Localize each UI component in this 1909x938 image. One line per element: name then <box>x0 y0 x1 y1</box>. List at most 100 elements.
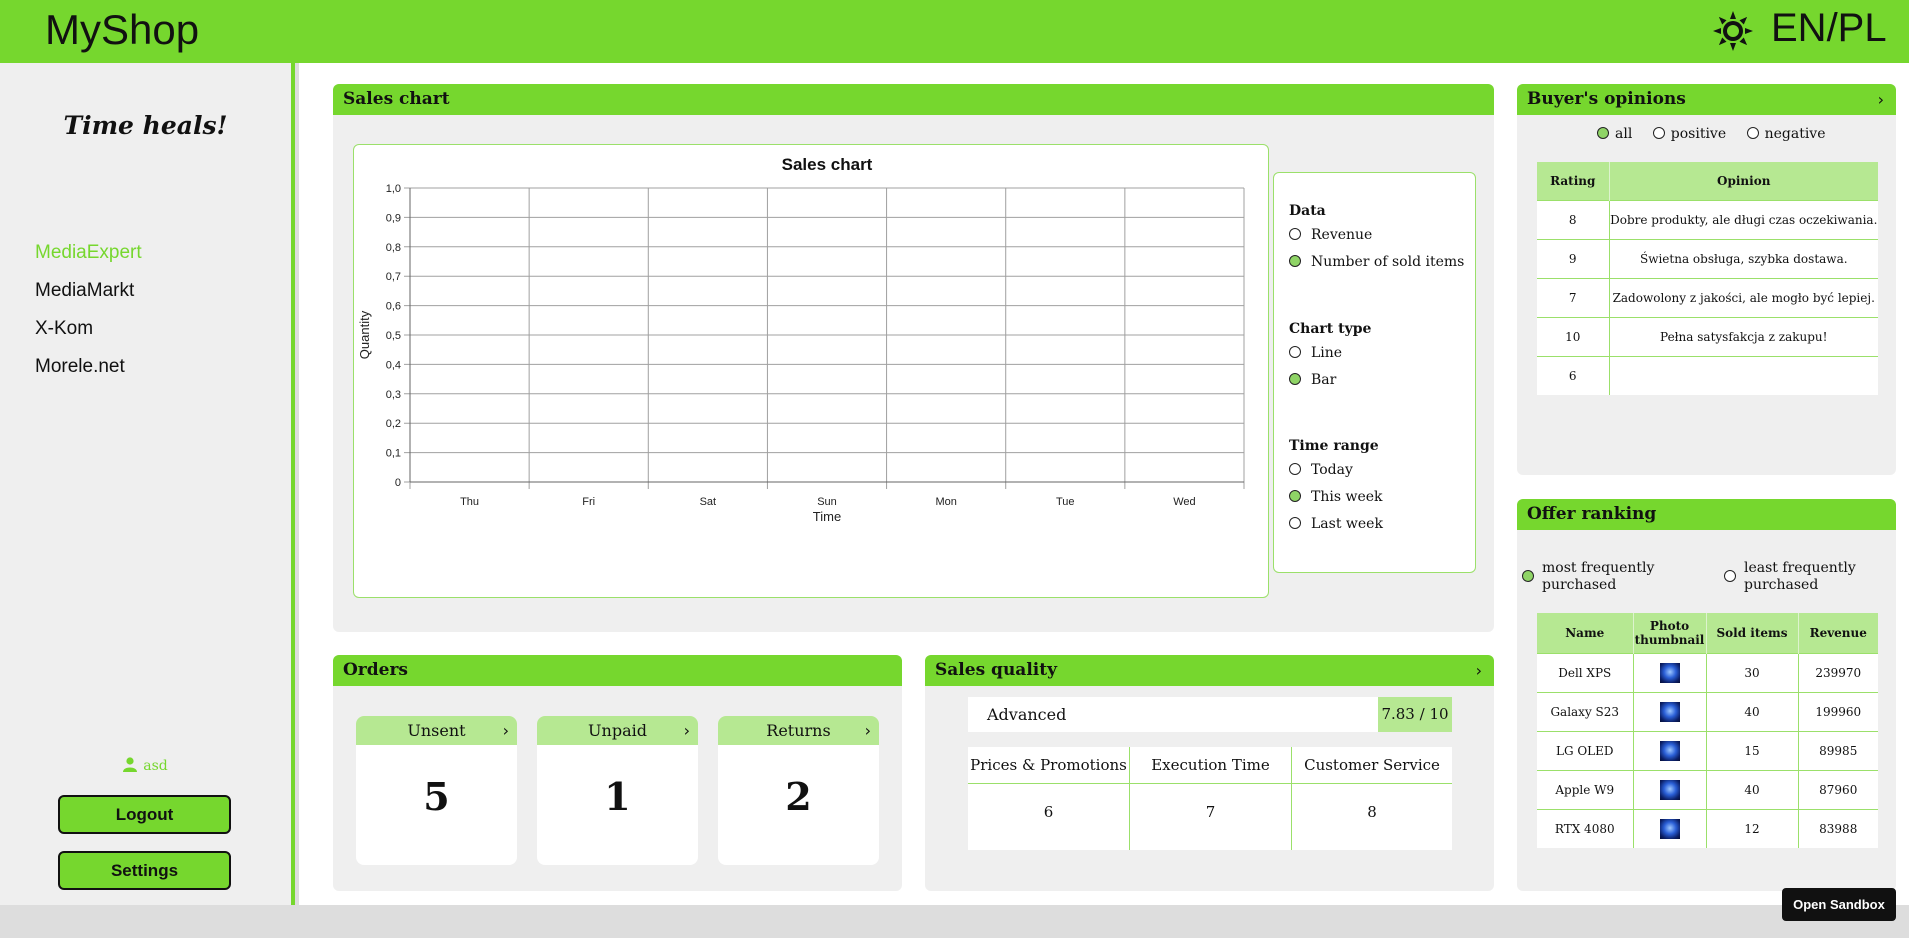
table-row: 9 Świetna obsługa, szybka dostawa. <box>1537 238 1878 278</box>
filter-positive[interactable]: positive <box>1652 126 1727 142</box>
rating-cell: 10 <box>1537 316 1610 356</box>
order-card-header[interactable]: Returns › <box>718 716 879 745</box>
radio-last-week[interactable]: Last week <box>1289 514 1383 541</box>
product-thumbnail <box>1659 740 1680 761</box>
open-sandbox-button[interactable]: Open Sandbox <box>1782 888 1896 921</box>
ranking-table: Name Photo thumbnail Sold items Revenue … <box>1537 613 1878 848</box>
shop-nav: MediaExpert MediaMarkt X-Kom Morele.net <box>35 241 142 393</box>
thumbnail-cell <box>1633 691 1707 731</box>
footer-bar <box>0 905 1909 938</box>
radio-sold-items[interactable]: Number of sold items <box>1289 252 1464 279</box>
ranking-filter-most[interactable]: most frequently purchased <box>1522 560 1682 594</box>
radio-circle[interactable] <box>1522 570 1534 582</box>
chart-type-group: Chart type Line Bar <box>1289 321 1371 397</box>
order-card-header[interactable]: Unpaid › <box>537 716 698 745</box>
sales-bar-chart: Sales chart 0 0,1 0,2 0,3 0,4 0,5 0,6 0,7 0,8 0,9 1… <box>357 155 1245 524</box>
chevron-right-icon[interactable]: › <box>503 716 509 745</box>
sidebar-item-mediaexpert[interactable]: MediaExpert <box>35 241 142 279</box>
revenue-cell: 239970 <box>1798 652 1878 692</box>
radio-circle[interactable] <box>1289 490 1301 502</box>
sidebar-item-x-kom[interactable]: X-Kom <box>35 317 142 355</box>
chart-title: Sales chart <box>782 155 873 174</box>
quality-category-label: Customer Service <box>1292 747 1452 784</box>
panel-title: Orders <box>343 660 408 680</box>
sold-cell: 30 <box>1706 652 1799 692</box>
quality-category-label: Prices & Promotions <box>968 747 1129 784</box>
opinions-header[interactable]: Buyer's opinions › <box>1517 84 1896 115</box>
thumbnail-cell <box>1633 808 1707 848</box>
radio-bar[interactable]: Bar <box>1289 370 1371 397</box>
table-row: Dell XPS 30 239970 <box>1537 652 1878 692</box>
column-header: Photo thumbnail <box>1633 613 1707 653</box>
radio-label: all <box>1615 126 1633 142</box>
brand-logo[interactable]: MyShop <box>45 6 199 54</box>
chart-container: Sales chart 0 0,1 0,2 0,3 0,4 0,5 0,6 0,7 0,8 0,9 1… <box>353 144 1269 598</box>
radio-label: most frequently purchased <box>1542 560 1655 593</box>
chevron-right-icon[interactable]: › <box>1878 84 1884 115</box>
chevron-right-icon[interactable]: › <box>684 716 690 745</box>
quality-level-row: Advanced 7.83 / 10 <box>968 697 1452 732</box>
sidebar-item-morele[interactable]: Morele.net <box>35 355 142 393</box>
radio-this-week[interactable]: This week <box>1289 487 1383 514</box>
chevron-right-icon[interactable]: › <box>865 716 871 745</box>
product-thumbnail <box>1659 779 1680 800</box>
revenue-cell: 89985 <box>1798 730 1878 770</box>
radio-today[interactable]: Today <box>1289 460 1383 487</box>
radio-circle[interactable] <box>1289 346 1301 358</box>
orders-header: Orders <box>333 655 902 686</box>
panel-title: Offer ranking <box>1527 504 1657 524</box>
sold-cell: 40 <box>1706 691 1799 731</box>
sidebar-item-mediamarkt[interactable]: MediaMarkt <box>35 279 142 317</box>
filter-negative[interactable]: negative <box>1746 126 1826 142</box>
radio-label: Last week <box>1311 516 1383 532</box>
user-icon <box>123 757 138 772</box>
y-tick-label: 0,4 <box>386 359 401 371</box>
radio-circle[interactable] <box>1746 127 1759 139</box>
column-header: Revenue <box>1798 613 1878 653</box>
quality-category-label: Execution Time <box>1130 747 1291 784</box>
radio-circle[interactable] <box>1289 373 1301 385</box>
quality-header[interactable]: Sales quality › <box>925 655 1494 686</box>
rating-cell: 6 <box>1537 355 1610 395</box>
radio-circle[interactable] <box>1289 517 1301 529</box>
radio-circle[interactable] <box>1724 570 1736 582</box>
radio-circle[interactable] <box>1289 463 1301 475</box>
table-row: Galaxy S23 40 199960 <box>1537 691 1878 731</box>
order-card-header[interactable]: Unsent › <box>356 716 517 745</box>
panel-title: Sales chart <box>343 89 450 109</box>
filter-all[interactable]: all <box>1597 126 1632 142</box>
radio-revenue[interactable]: Revenue <box>1289 225 1464 252</box>
thumbnail-cell <box>1633 769 1707 809</box>
thumbnail-cell <box>1633 652 1707 692</box>
radio-label: positive <box>1670 126 1727 142</box>
rating-cell: 8 <box>1537 199 1610 239</box>
y-tick-label: 1,0 <box>386 183 401 195</box>
radio-label: This week <box>1311 489 1383 505</box>
radio-circle[interactable] <box>1597 127 1609 139</box>
radio-circle[interactable] <box>1289 228 1301 240</box>
product-name: Dell XPS <box>1537 652 1634 692</box>
order-count: 1 <box>604 774 631 819</box>
rating-cell: 9 <box>1537 238 1610 278</box>
chevron-right-icon[interactable]: › <box>1476 655 1482 686</box>
radio-circle[interactable] <box>1652 127 1665 139</box>
settings-button[interactable]: Settings <box>58 851 231 890</box>
column-header: Sold items <box>1706 613 1799 653</box>
sun-icon[interactable] <box>1712 10 1754 52</box>
product-name: RTX 4080 <box>1537 808 1634 848</box>
logout-button[interactable]: Logout <box>58 795 231 834</box>
y-tick-label: 0,5 <box>386 330 401 342</box>
table-row: 8 Dobre produkty, ale długi czas oczekiwa… <box>1537 199 1878 239</box>
product-name: Galaxy S23 <box>1537 691 1634 731</box>
opinions-table: Rating Opinion 8 Dobre produkty, ale dług… <box>1537 162 1878 395</box>
radio-circle[interactable] <box>1289 255 1301 267</box>
opinion-cell: Dobre produkty, ale długi czas oczekiwan… <box>1609 199 1878 239</box>
table-row: 6 <box>1537 355 1878 395</box>
quality-category: Customer Service 8 <box>1292 747 1452 850</box>
order-count: 5 <box>423 774 450 819</box>
x-tick-label: Wed <box>1173 496 1195 508</box>
sales-quality-panel: Sales quality › Advanced 7.83 / 10 Prices… <box>925 655 1494 891</box>
ranking-filter-least[interactable]: least frequently purchased <box>1724 560 1894 594</box>
language-switch[interactable]: EN/PL <box>1771 6 1887 51</box>
radio-line[interactable]: Line <box>1289 343 1371 370</box>
